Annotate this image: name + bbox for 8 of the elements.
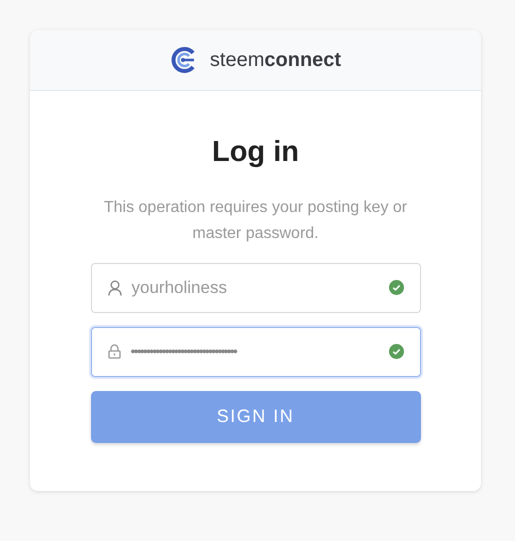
brand-name: steemconnect [210,48,342,73]
page-title: Log in [212,135,299,170]
user-icon [108,280,122,296]
lock-icon [108,344,120,359]
password-field[interactable]: •••••••••••••••••••••••••••••••••• [90,326,420,376]
sign-in-button[interactable]: SIGN IN [90,390,420,442]
username-field[interactable]: yourholiness [90,262,420,312]
description: This operation requires your posting key or master password. [102,198,408,244]
